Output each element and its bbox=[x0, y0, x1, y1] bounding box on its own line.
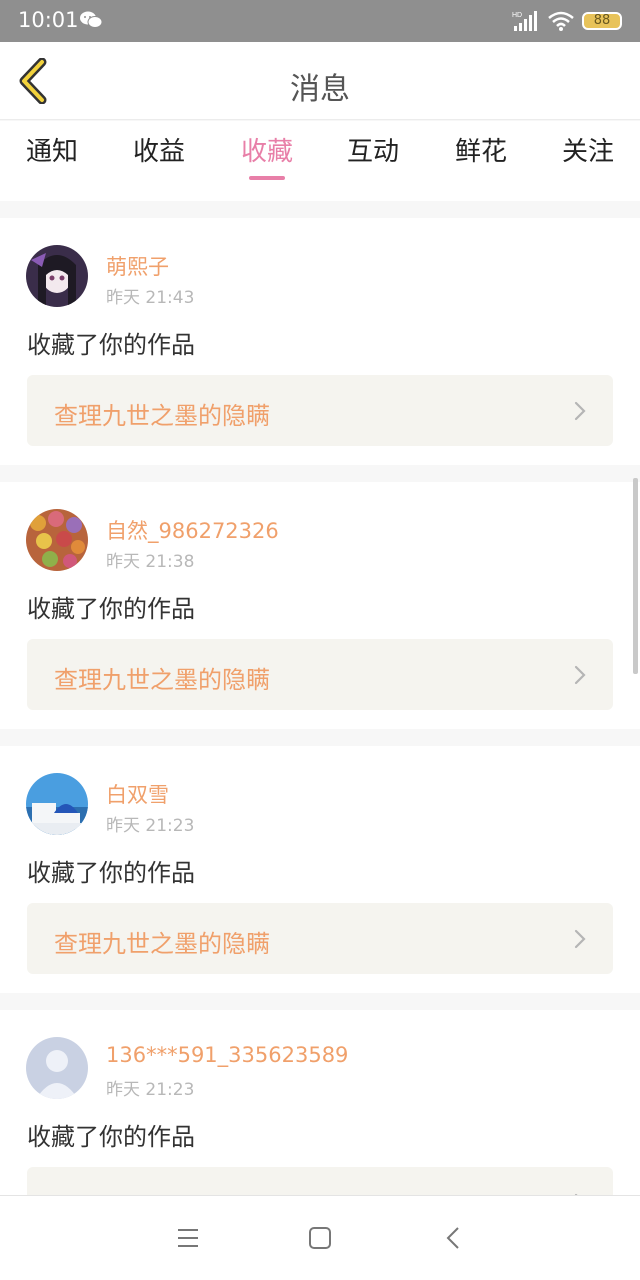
user-avatar[interactable] bbox=[26, 509, 88, 571]
wifi-icon bbox=[548, 11, 574, 31]
battery-level: 88 bbox=[593, 13, 611, 28]
system-nav-bar bbox=[0, 1195, 640, 1280]
tab-label: 互动 bbox=[346, 137, 399, 167]
chevron-right-icon bbox=[574, 401, 586, 421]
tab-label: 通知 bbox=[25, 137, 78, 167]
home-icon[interactable] bbox=[306, 1224, 334, 1252]
message-text: 收藏了你的作品 bbox=[27, 1123, 195, 1151]
user-avatar[interactable] bbox=[26, 773, 88, 835]
tab-flowers[interactable]: 鲜花 bbox=[431, 131, 531, 168]
tab-label: 关注 bbox=[561, 137, 614, 167]
message-card: 自然_986272326 昨天 21:38 收藏了你的作品 查理九世之墨的隐瞒 bbox=[0, 482, 640, 729]
user-avatar[interactable] bbox=[26, 245, 88, 307]
tab-label: 鲜花 bbox=[454, 137, 507, 167]
battery-icon: 88 bbox=[582, 12, 622, 30]
status-bar: 10:01 HD 88 bbox=[0, 0, 640, 42]
tab-active-indicator bbox=[249, 176, 285, 180]
user-name[interactable]: 萌熙子 bbox=[106, 251, 169, 281]
tab-label: 收藏 bbox=[240, 137, 293, 167]
status-time: 10:01 bbox=[18, 8, 79, 32]
message-text: 收藏了你的作品 bbox=[27, 331, 195, 359]
message-card: 白双雪 昨天 21:23 收藏了你的作品 查理九世之墨的隐瞒 bbox=[0, 746, 640, 993]
message-time: 昨天 21:23 bbox=[106, 816, 195, 836]
user-name[interactable]: 自然_986272326 bbox=[106, 515, 279, 545]
tab-bar: 通知 收益 收藏 互动 鲜花 关注 bbox=[0, 121, 640, 201]
page-title: 消息 bbox=[290, 72, 350, 107]
back-icon[interactable] bbox=[440, 1224, 468, 1252]
work-title: 查理九世之墨的隐瞒 bbox=[54, 930, 270, 958]
message-time: 昨天 21:23 bbox=[106, 1080, 195, 1100]
tab-following[interactable]: 关注 bbox=[538, 131, 638, 168]
tab-earnings[interactable]: 收益 bbox=[109, 131, 209, 168]
message-text: 收藏了你的作品 bbox=[27, 595, 195, 623]
work-title: 查理九世之墨的隐瞒 bbox=[54, 402, 270, 430]
work-link[interactable]: 查理九世之墨的隐瞒 bbox=[27, 639, 613, 710]
message-time: 昨天 21:38 bbox=[106, 552, 195, 572]
tab-notifications[interactable]: 通知 bbox=[2, 131, 102, 168]
scrollbar[interactable] bbox=[633, 478, 638, 674]
chevron-right-icon bbox=[574, 929, 586, 949]
work-link[interactable]: 查理九世之墨的隐瞒 bbox=[27, 903, 613, 974]
user-name[interactable]: 136***591_335623589 bbox=[106, 1043, 348, 1067]
tab-label: 收益 bbox=[132, 137, 185, 167]
message-card: 萌熙子 昨天 21:43 收藏了你的作品 查理九世之墨的隐瞒 bbox=[0, 218, 640, 465]
tab-interactions[interactable]: 互动 bbox=[323, 131, 423, 168]
message-time: 昨天 21:43 bbox=[106, 288, 195, 308]
svg-text:HD: HD bbox=[512, 12, 522, 19]
message-text: 收藏了你的作品 bbox=[27, 859, 195, 887]
user-name[interactable]: 白双雪 bbox=[106, 779, 169, 809]
default-avatar-icon[interactable] bbox=[26, 1037, 88, 1099]
wechat-icon bbox=[80, 11, 102, 28]
work-link[interactable]: 查理九世之墨的隐瞒 bbox=[27, 375, 613, 446]
menu-icon[interactable] bbox=[174, 1224, 202, 1252]
tab-favorites[interactable]: 收藏 bbox=[217, 131, 317, 180]
header: 消息 bbox=[0, 42, 640, 120]
work-title: 查理九世之墨的隐瞒 bbox=[54, 666, 270, 694]
signal-icon: HD bbox=[512, 11, 537, 31]
chevron-right-icon bbox=[574, 665, 586, 685]
